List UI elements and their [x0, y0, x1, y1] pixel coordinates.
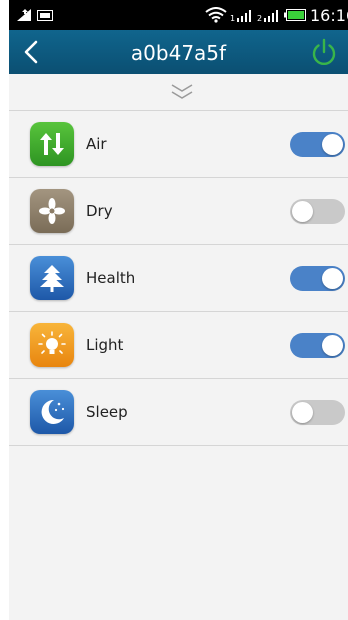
mode-list: Air Dry Health Light Sleep: [9, 111, 348, 446]
mode-label-light: Light: [86, 336, 124, 354]
app-frame: 1 2 16:16 a0b47a5f: [9, 0, 348, 620]
power-icon: [312, 38, 336, 66]
chevron-down-double-icon: [171, 84, 193, 99]
mode-icon-air: [30, 122, 74, 166]
mode-row-sleep: Sleep: [9, 379, 348, 446]
toggle-knob: [322, 134, 343, 155]
air-arrows-icon: [40, 133, 64, 155]
title-bar: a0b47a5f: [9, 30, 348, 74]
toggle-health[interactable]: [290, 266, 345, 291]
lightbulb-icon: [38, 331, 66, 354]
toggle-dry[interactable]: [290, 199, 345, 224]
mode-row-air: Air: [9, 111, 348, 178]
toggle-knob: [322, 335, 343, 356]
status-bar: 1 2 16:16: [9, 0, 348, 30]
power-button[interactable]: [309, 37, 339, 67]
image-icon: [37, 10, 53, 21]
toggle-knob: [292, 201, 313, 222]
mode-row-light: Light: [9, 312, 348, 379]
toggle-knob: [322, 268, 343, 289]
cell-signal-icon: 2: [257, 10, 278, 22]
status-time: 16:16: [310, 6, 348, 25]
mode-icon-dry: [30, 189, 74, 233]
mode-row-health: Health: [9, 245, 348, 312]
toggle-sleep[interactable]: [290, 400, 345, 425]
collapse-strip: [9, 74, 348, 111]
signal-arrows-icon: [17, 9, 31, 21]
mode-icon-health: [30, 256, 74, 300]
fan-icon: [39, 198, 65, 224]
collapse-button[interactable]: [169, 80, 195, 104]
mode-label-air: Air: [86, 135, 107, 153]
mode-label-dry: Dry: [86, 202, 113, 220]
mode-label-sleep: Sleep: [86, 403, 128, 421]
toggle-air[interactable]: [290, 132, 345, 157]
svg-text:2: 2: [257, 14, 262, 22]
moon-stars-icon: [41, 399, 65, 424]
svg-text:1: 1: [230, 14, 235, 22]
battery-icon: [284, 9, 306, 21]
mode-label-health: Health: [86, 269, 136, 287]
mode-icon-light: [30, 323, 74, 367]
mode-icon-sleep: [30, 390, 74, 434]
cell-signal-icon: 1: [230, 10, 251, 22]
mode-row-dry: Dry: [9, 178, 348, 245]
toggle-knob: [292, 402, 313, 423]
toggle-light[interactable]: [290, 333, 345, 358]
tree-icon: [40, 265, 64, 292]
page-title: a0b47a5f: [130, 41, 227, 65]
wifi-icon: [205, 7, 227, 23]
